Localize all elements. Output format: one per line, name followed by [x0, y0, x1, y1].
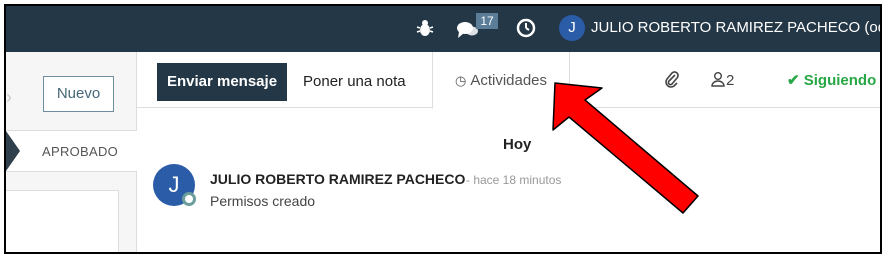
- paperclip-icon[interactable]: [665, 70, 679, 93]
- activities-label: Actividades: [470, 72, 548, 89]
- message-timestamp: - hace 18 minutos: [466, 173, 562, 187]
- following-button[interactable]: ✔ Siguiendo: [787, 71, 876, 89]
- chat-counter-badge: 17: [476, 13, 498, 29]
- screenshot-frame: 17 J JULIO ROBERTO RAMIREZ PACHECO (odoo…: [4, 4, 882, 254]
- followers-button[interactable]: 2: [710, 71, 734, 89]
- form-column: › Nuevo APROBADO: [6, 52, 137, 252]
- send-message-button[interactable]: Enviar mensaje: [157, 63, 287, 101]
- top-navbar: 17 J JULIO ROBERTO RAMIREZ PACHECO (odoo: [6, 6, 880, 52]
- chatter-panel: Enviar mensaje Poner una nota ◷ Actividad…: [137, 52, 880, 252]
- bug-icon[interactable]: [416, 18, 434, 38]
- clock-icon[interactable]: [516, 18, 536, 38]
- day-separator: Hoy: [503, 136, 532, 153]
- clock-icon: ◷: [454, 73, 467, 88]
- log-note-button[interactable]: Poner una nota: [303, 63, 406, 101]
- chatter-topbar: Enviar mensaje Poner una nota ◷ Actividad…: [137, 52, 880, 109]
- presence-status-icon: [182, 192, 196, 206]
- new-button[interactable]: Nuevo: [43, 76, 114, 112]
- form-sheet: [6, 190, 119, 252]
- following-label: Siguiendo: [803, 72, 877, 89]
- check-icon: ✔: [787, 72, 800, 89]
- message-body: Permisos creado: [210, 193, 316, 209]
- status-arrow: [6, 131, 20, 171]
- message-author[interactable]: JULIO ROBERTO RAMIREZ PACHECO: [210, 171, 465, 187]
- status-approved[interactable]: APROBADO: [42, 144, 118, 159]
- user-icon: [711, 72, 725, 87]
- followers-count: 2: [726, 72, 735, 89]
- chevron-right-icon: ›: [6, 87, 12, 107]
- user-avatar[interactable]: J: [559, 15, 585, 41]
- user-menu-name[interactable]: JULIO ROBERTO RAMIREZ PACHECO (odoo: [591, 19, 880, 36]
- activities-button[interactable]: ◷ Actividades: [432, 52, 570, 109]
- status-bar: APROBADO: [6, 130, 137, 172]
